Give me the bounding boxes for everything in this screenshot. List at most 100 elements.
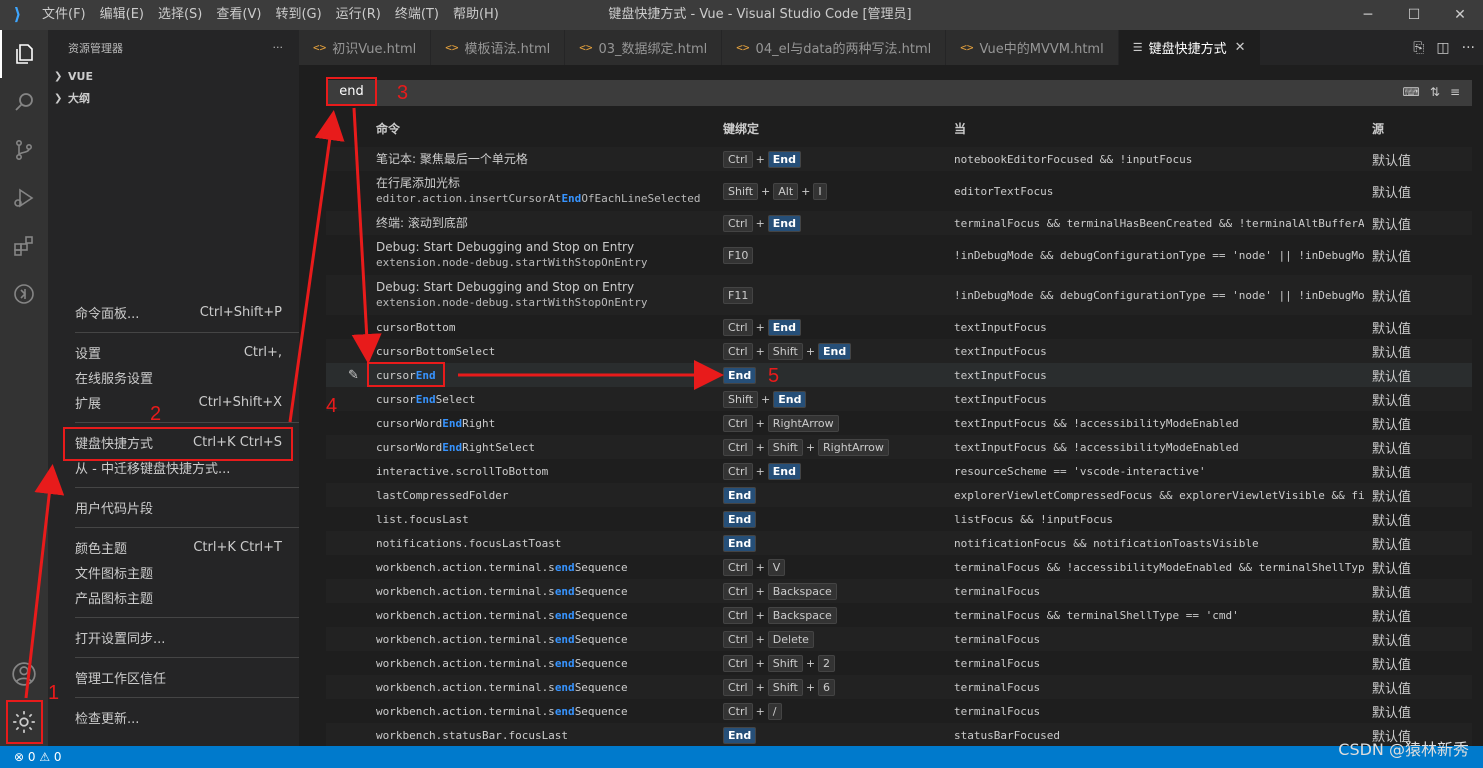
keybinding-cell: Ctrl + End [723,318,802,336]
context-menu-item[interactable]: 产品图标主题 [48,585,299,610]
table-row[interactable]: 终端: 滚动到底部 Ctrl + End terminalFocus && termin… [326,211,1472,235]
plus-separator: + [805,344,816,358]
context-menu-item[interactable]: 颜色主题 Ctrl+K Ctrl+T [48,535,299,560]
context-menu-item[interactable]: 打开设置同步... [48,625,299,650]
menu-item[interactable]: 文件(F) [35,0,93,30]
section-label: VUE [68,69,93,83]
run-debug-icon[interactable] [0,174,48,222]
open-json-icon[interactable]: ⎘ [1413,40,1424,56]
table-row[interactable]: 在行尾添加光标 editor.action.insertCursorAtEndOf… [326,171,1472,211]
table-row[interactable]: workbench.action.terminal.sendSequence Ct… [326,699,1472,723]
editor-tab[interactable]: <> 初识Vue.html [299,30,432,65]
context-menu-item[interactable]: 扩展 Ctrl+Shift+X [48,390,299,415]
search-actions: ⌨ ⇅ ≡ [1403,85,1460,99]
table-row[interactable]: workbench.action.terminal.sendSequence Ct… [326,651,1472,675]
table-row[interactable]: workbench.action.terminal.sendSequence Ct… [326,675,1472,699]
table-row[interactable]: cursorBottomSelect Ctrl + Shift + End textInpu… [326,339,1472,363]
editor-tab[interactable]: <> Vue中的MVVM.html [946,30,1119,65]
when-cell: listFocus && !inputFocus [954,512,1113,526]
table-row[interactable]: 笔记本: 聚焦最后一个单元格 Ctrl + End notebookEditorFocu… [326,147,1472,171]
context-menu-item[interactable]: 在线服务设置 [48,365,299,390]
account-icon[interactable] [0,650,48,698]
section-vue[interactable]: ❯ VUE [48,65,299,87]
clear-search-icon[interactable]: ≡ [1450,85,1460,99]
key-cap: End [767,462,802,480]
menu-item[interactable]: 选择(S) [151,0,209,30]
context-menu-item[interactable]: 命令面板... Ctrl+Shift+P [48,300,299,325]
keyboard-record-icon[interactable]: ⌨ [1403,85,1420,99]
more-actions-icon[interactable]: ··· [273,41,284,54]
close-window-button[interactable]: ✕ [1437,0,1483,30]
context-menu-item[interactable]: 用户代码片段 [48,495,299,520]
split-editor-icon[interactable]: ◫ [1436,40,1449,56]
table-row[interactable]: cursorEndSelect Shift + End textInputFocus 默认… [326,387,1472,411]
search-input[interactable]: end [326,77,377,106]
table-row[interactable]: cursorWordEndRightSelect Ctrl + Shift + Right… [326,435,1472,459]
html-file-icon: <> [445,41,459,54]
command-cell: workbench.action.terminal.sendSequence [376,608,628,623]
menu-item[interactable]: 转到(G) [268,0,328,30]
editor-tab[interactable]: <> 模板语法.html [431,30,566,65]
key-cap: End [773,390,807,408]
menu-bar: 文件(F) 编辑(E) 选择(S) 查看(V) 转到(G) 运行(R) 终端(T) 帮助(H) [35,0,506,30]
table-row[interactable]: ✎ cursorEnd End textInputFocus 默认值 [326,363,1472,387]
section-outline[interactable]: ❯ 大纲 [48,87,299,109]
sort-by-precedence-icon[interactable]: ⇅ [1430,85,1440,99]
chevron-right-icon: ❯ [54,92,63,104]
remote-icon[interactable] [0,270,48,318]
menu-item[interactable]: 帮助(H) [446,0,506,30]
minimize-button[interactable]: ─ [1345,0,1391,30]
close-tab-icon[interactable]: ✕ [1235,40,1246,55]
table-row[interactable]: cursorBottom Ctrl + End textInputFocus 默认值 [326,315,1472,339]
warnings-count[interactable]: ⚠ 0 [39,750,61,764]
plus-separator: + [761,184,771,198]
key-cap: Ctrl [723,342,753,360]
table-row[interactable]: workbench.action.terminal.sendSequence Ct… [326,555,1472,579]
table-row[interactable]: workbench.statusBar.focusLast End statusBa… [326,723,1472,747]
menu-item[interactable]: 查看(V) [209,0,268,30]
context-menu-item[interactable]: 管理工作区信任 [48,665,299,690]
menu-item[interactable]: 运行(R) [329,0,388,30]
table-row[interactable]: Debug: Start Debugging and Stop on Entry… [326,275,1472,315]
section-label: 大纲 [68,92,90,105]
table-row[interactable]: interactive.scrollToBottom Ctrl + End resour… [326,459,1472,483]
editor-tab[interactable]: <> 04_el与data的两种写法.html [722,30,947,65]
extensions-icon[interactable] [0,222,48,270]
table-row[interactable]: Debug: Start Debugging and Stop on Entry… [326,235,1472,275]
when-cell: !inDebugMode && debugConfigurationType =… [954,288,1364,302]
when-cell: terminalFocus [954,584,1041,598]
command-label: notifications.focusLastToast [376,536,562,550]
explorer-icon[interactable] [0,30,48,78]
table-row[interactable]: workbench.action.terminal.sendSequence Ct… [326,627,1472,651]
table-row[interactable]: list.focusLast End listFocus && !inputFocu… [326,507,1472,531]
table-row[interactable]: lastCompressedFolder End explorerViewletCo… [326,483,1472,507]
plus-separator: + [755,608,765,622]
menu-item[interactable]: 终端(T) [388,0,446,30]
errors-count[interactable]: ⊗ 0 [14,750,36,764]
menu-item[interactable]: 编辑(E) [93,0,151,30]
command-cell: cursorBottomSelect [376,344,495,359]
search-icon[interactable] [0,78,48,126]
plus-separator: + [805,440,816,454]
source-control-icon[interactable] [0,126,48,174]
editor-tab[interactable]: ☰ 键盘快捷方式 ✕ [1118,30,1261,65]
table-row[interactable]: notifications.focusLastToast End notificat… [326,531,1472,555]
context-menu-item[interactable]: 设置 Ctrl+, [48,340,299,365]
more-actions-icon[interactable]: ··· [1462,40,1475,56]
plus-separator: + [755,584,765,598]
table-row[interactable]: workbench.action.terminal.sendSequence Ct… [326,603,1472,627]
edit-pencil-icon[interactable]: ✎ [348,368,359,383]
keybindings-search-bar[interactable]: ⌨ ⇅ ≡ [326,80,1472,106]
source-cell: 默认值 [1372,345,1412,361]
table-row[interactable]: cursorWordEndRight Ctrl + RightArrow textInp… [326,411,1472,435]
annotation-box-cursor-end [367,362,445,387]
plus-separator: + [755,680,765,694]
table-row[interactable]: workbench.action.terminal.sendSequence Ct… [326,579,1472,603]
keybinding-cell: Ctrl + End [723,462,802,480]
command-cell: cursorWordEndRight [376,416,495,431]
maximize-button[interactable]: ☐ [1391,0,1437,30]
editor-tab[interactable]: <> 03_数据绑定.html [565,30,723,65]
context-menu-item[interactable]: 文件图标主题 [48,560,299,585]
key-cap: Ctrl [723,414,753,432]
context-menu-item[interactable]: 检查更新... [48,705,299,730]
